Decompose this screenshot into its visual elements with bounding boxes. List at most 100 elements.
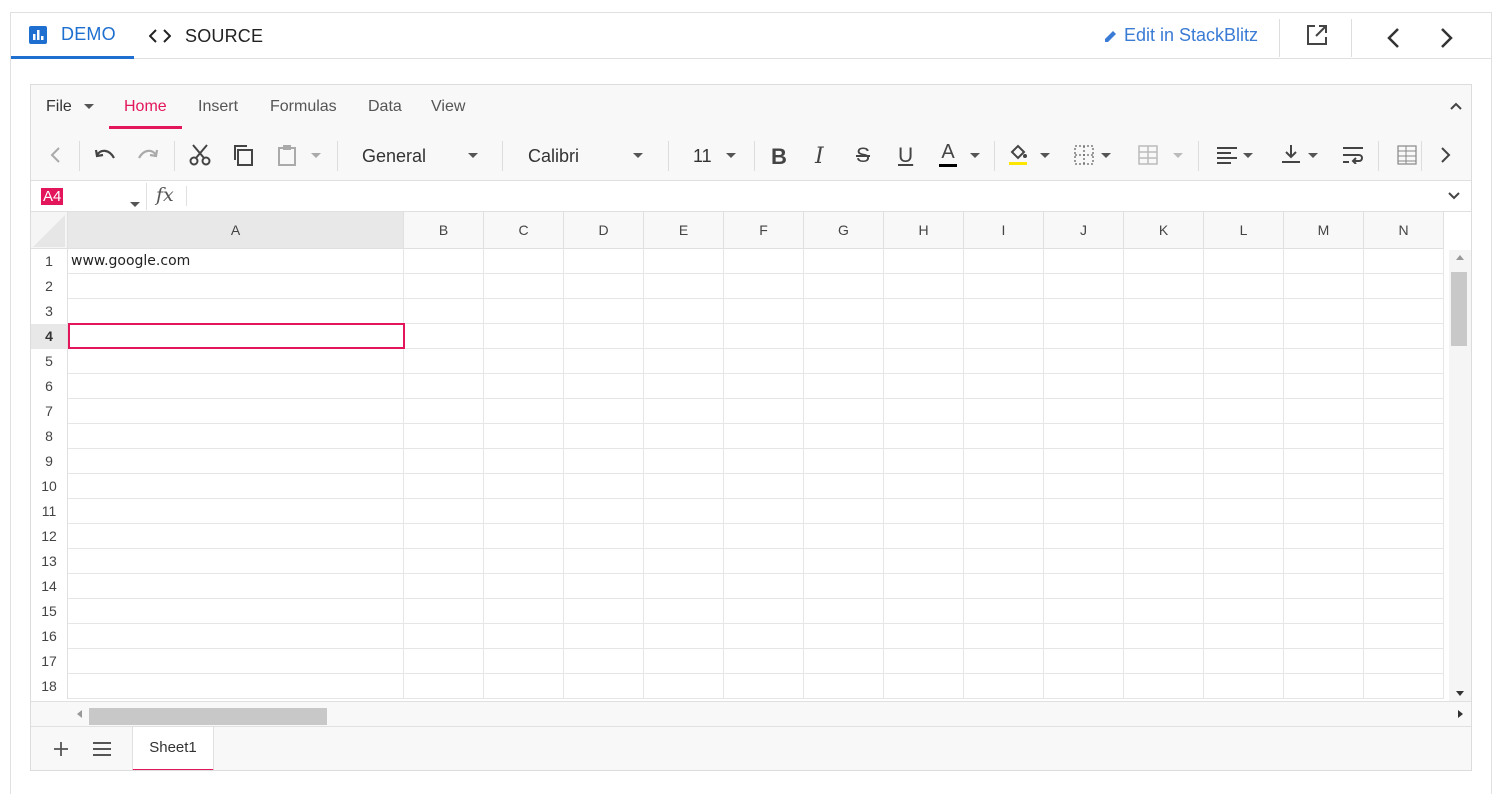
- grid-cell[interactable]: [68, 374, 404, 399]
- sheet-tab-sheet1[interactable]: Sheet1: [132, 727, 214, 770]
- row-header[interactable]: 6: [31, 374, 68, 399]
- grid-cell[interactable]: [804, 599, 884, 624]
- grid-cell[interactable]: [724, 674, 804, 699]
- grid-cell[interactable]: [1284, 674, 1364, 699]
- grid-cell[interactable]: [564, 324, 644, 349]
- grid-cell[interactable]: [884, 524, 964, 549]
- copy-icon[interactable]: [231, 143, 255, 167]
- column-header[interactable]: N: [1364, 212, 1444, 249]
- grid-cell[interactable]: [804, 274, 884, 299]
- row-header[interactable]: 4: [31, 324, 68, 349]
- grid-cell[interactable]: [1364, 274, 1444, 299]
- chevron-left-icon[interactable]: [49, 147, 61, 163]
- grid-cell[interactable]: [644, 549, 724, 574]
- grid-cell[interactable]: [68, 549, 404, 574]
- paste-dropdown[interactable]: [311, 153, 321, 158]
- column-header[interactable]: K: [1124, 212, 1204, 249]
- grid-cell[interactable]: www.google.com: [68, 249, 404, 274]
- grid-cell[interactable]: [404, 599, 484, 624]
- grid-cell[interactable]: [68, 624, 404, 649]
- grid-cell[interactable]: [1364, 574, 1444, 599]
- column-header[interactable]: A: [68, 212, 404, 249]
- grid-cell[interactable]: [804, 549, 884, 574]
- grid-cell[interactable]: [1364, 474, 1444, 499]
- grid-cell[interactable]: [1364, 349, 1444, 374]
- grid-cell[interactable]: [564, 474, 644, 499]
- grid-cell[interactable]: [484, 399, 564, 424]
- column-header[interactable]: G: [804, 212, 884, 249]
- grid-cell[interactable]: [68, 524, 404, 549]
- grid-cell[interactable]: [1364, 374, 1444, 399]
- grid-cell[interactable]: [404, 474, 484, 499]
- grid-cell[interactable]: [884, 649, 964, 674]
- vertical-align-icon[interactable]: [1281, 144, 1301, 164]
- grid-cell[interactable]: [1364, 624, 1444, 649]
- grid-cell[interactable]: [884, 299, 964, 324]
- tab-demo[interactable]: DEMO: [11, 13, 134, 59]
- vertical-scrollbar[interactable]: [1449, 250, 1471, 701]
- grid-cell[interactable]: [1044, 274, 1124, 299]
- plus-icon[interactable]: [52, 740, 70, 763]
- grid-cell[interactable]: [884, 249, 964, 274]
- grid-cell[interactable]: [1204, 674, 1284, 699]
- tab-home[interactable]: Home: [124, 98, 167, 116]
- grid-cell[interactable]: [804, 399, 884, 424]
- grid-cell[interactable]: [1124, 549, 1204, 574]
- grid-cell[interactable]: [564, 624, 644, 649]
- column-header[interactable]: E: [644, 212, 724, 249]
- grid-cell[interactable]: [884, 449, 964, 474]
- grid-cell[interactable]: [644, 499, 724, 524]
- grid-cell[interactable]: [884, 349, 964, 374]
- align-icon[interactable]: [1216, 146, 1238, 164]
- grid-cell[interactable]: [1044, 574, 1124, 599]
- grid-cell[interactable]: [1044, 249, 1124, 274]
- grid-cell[interactable]: [1204, 299, 1284, 324]
- grid-cell[interactable]: [1124, 274, 1204, 299]
- grid-cell[interactable]: [884, 324, 964, 349]
- chevron-right-icon[interactable]: [1440, 147, 1452, 163]
- grid-cell[interactable]: [804, 374, 884, 399]
- column-header[interactable]: D: [564, 212, 644, 249]
- grid-cell[interactable]: [964, 249, 1044, 274]
- grid-cell[interactable]: [404, 574, 484, 599]
- grid-cell[interactable]: [804, 574, 884, 599]
- grid-cell[interactable]: [564, 449, 644, 474]
- grid-cell[interactable]: [644, 574, 724, 599]
- grid-cell[interactable]: [884, 624, 964, 649]
- menu-icon[interactable]: [92, 742, 112, 761]
- grid-cell[interactable]: [1284, 624, 1364, 649]
- grid-cell[interactable]: [1284, 399, 1364, 424]
- grid-cell[interactable]: [1124, 599, 1204, 624]
- open-external-icon[interactable]: [1305, 23, 1329, 52]
- grid-cell[interactable]: [1204, 624, 1284, 649]
- grid-cell[interactable]: [964, 549, 1044, 574]
- grid-cell[interactable]: [644, 349, 724, 374]
- tab-data[interactable]: Data: [368, 98, 402, 116]
- grid-cell[interactable]: [1284, 349, 1364, 374]
- grid-cell[interactable]: [404, 424, 484, 449]
- grid-cell[interactable]: [804, 649, 884, 674]
- tab-view[interactable]: View: [431, 98, 465, 116]
- grid-cell[interactable]: [68, 599, 404, 624]
- grid-cell[interactable]: [1124, 424, 1204, 449]
- grid-cell[interactable]: [884, 474, 964, 499]
- grid-cell[interactable]: [964, 649, 1044, 674]
- undo-icon[interactable]: [94, 147, 116, 163]
- grid-cell[interactable]: [964, 474, 1044, 499]
- grid-cell[interactable]: [484, 649, 564, 674]
- grid-cell[interactable]: [68, 649, 404, 674]
- chevron-left-icon[interactable]: [1385, 27, 1401, 54]
- grid-cell[interactable]: [724, 599, 804, 624]
- conditional-format-icon[interactable]: [1397, 145, 1417, 165]
- grid-cell[interactable]: [644, 524, 724, 549]
- grid-cell[interactable]: [804, 524, 884, 549]
- grid-cell[interactable]: [724, 249, 804, 274]
- align-dropdown[interactable]: [1243, 153, 1253, 158]
- row-header[interactable]: 13: [31, 549, 68, 574]
- file-menu[interactable]: File: [46, 98, 95, 116]
- grid-cell[interactable]: [564, 349, 644, 374]
- grid-cell[interactable]: [68, 499, 404, 524]
- grid-cell[interactable]: [724, 349, 804, 374]
- grid-cell[interactable]: [1044, 549, 1124, 574]
- grid-cell[interactable]: [1284, 449, 1364, 474]
